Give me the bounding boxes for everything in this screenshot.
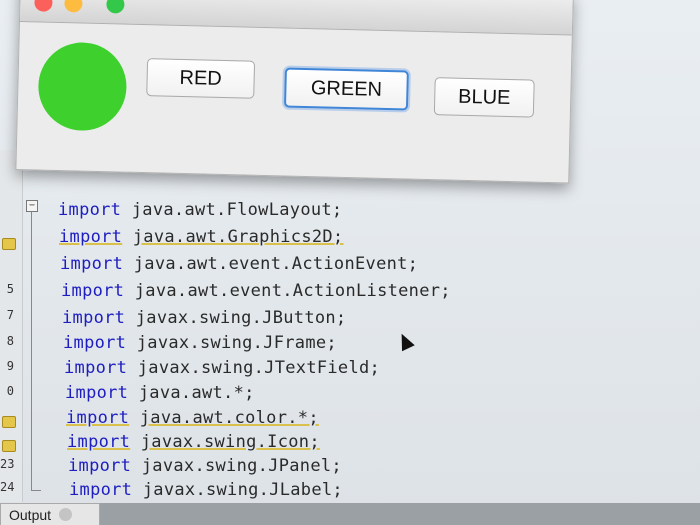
warning-hint-icon[interactable] — [2, 238, 16, 250]
code-line[interactable]: import javax.swing.JTextField; — [64, 358, 380, 378]
fold-guide-end — [31, 490, 41, 491]
import-keyword: import — [69, 480, 133, 500]
code-line[interactable]: import javax.swing.Icon; — [67, 432, 320, 452]
import-path: java.awt.event.ActionListener; — [134, 281, 451, 301]
code-line[interactable]: import java.awt.*; — [65, 383, 255, 403]
swing-app-window: RED GREEN BLUE — [15, 0, 574, 184]
code-line[interactable]: import java.awt.event.ActionListener; — [61, 281, 451, 301]
import-path: javax.swing.JButton; — [135, 308, 347, 328]
import-keyword: import — [67, 432, 131, 452]
line-number: 24 — [0, 480, 15, 494]
import-path: java.awt.*; — [138, 383, 255, 403]
import-path: javax.swing.JLabel; — [142, 480, 343, 500]
import-path: java.awt.color.*; — [139, 408, 319, 428]
import-path: javax.swing.JFrame; — [136, 333, 337, 353]
line-number: 9 — [6, 359, 14, 373]
code-line[interactable]: import javax.swing.JFrame; — [63, 333, 337, 353]
import-path: java.awt.Graphics2D; — [132, 227, 344, 247]
import-keyword: import — [62, 308, 126, 328]
output-tab-label: Output — [9, 506, 52, 523]
green-circle-shape — [37, 41, 128, 132]
close-tab-icon[interactable] — [59, 508, 73, 521]
blue-button[interactable]: BLUE — [433, 77, 535, 118]
code-line[interactable]: import java.awt.Graphics2D; — [59, 227, 343, 247]
import-keyword: import — [61, 281, 125, 301]
minimize-window-icon[interactable] — [64, 0, 83, 13]
line-number: 23 — [0, 457, 15, 471]
import-path: javax.swing.Icon; — [140, 432, 320, 452]
import-path: java.awt.FlowLayout; — [131, 200, 343, 220]
import-keyword: import — [59, 227, 123, 247]
red-button[interactable]: RED — [146, 58, 256, 99]
bottom-panel-strip — [100, 503, 700, 525]
code-line[interactable]: import java.awt.event.ActionEvent; — [60, 254, 418, 274]
collapse-fold-icon[interactable]: − — [26, 200, 38, 212]
window-titlebar[interactable] — [19, 0, 573, 36]
line-number-gutter: 5 7 8 9 0 23 24 — [0, 150, 23, 502]
import-keyword: import — [64, 358, 128, 378]
import-path: java.awt.event.ActionEvent; — [133, 254, 419, 274]
green-button[interactable]: GREEN — [283, 67, 409, 111]
line-number: 7 — [6, 308, 14, 322]
line-number: 5 — [6, 282, 14, 296]
warning-hint-icon[interactable] — [2, 416, 16, 428]
import-path: javax.swing.JTextField; — [137, 358, 381, 378]
code-line[interactable]: import java.awt.FlowLayout; — [58, 200, 342, 220]
code-line[interactable]: import javax.swing.JLabel; — [69, 480, 343, 500]
zoom-window-icon[interactable] — [106, 0, 125, 14]
warning-hint-icon[interactable] — [2, 440, 16, 452]
line-number: 0 — [6, 384, 14, 398]
import-keyword: import — [58, 200, 122, 220]
line-number: 8 — [6, 334, 14, 348]
import-keyword: import — [60, 254, 124, 274]
code-line[interactable]: import java.awt.color.*; — [66, 408, 319, 428]
code-line[interactable]: import javax.swing.JPanel; — [68, 456, 342, 476]
code-line[interactable]: import javax.swing.JButton; — [62, 308, 346, 328]
import-keyword: import — [66, 408, 130, 428]
output-tab[interactable]: Output — [0, 503, 100, 525]
close-window-icon[interactable] — [34, 0, 53, 12]
import-path: javax.swing.JPanel; — [141, 456, 342, 476]
import-keyword: import — [68, 456, 132, 476]
import-keyword: import — [63, 333, 127, 353]
fold-guide-line — [31, 212, 32, 490]
import-keyword: import — [65, 383, 129, 403]
